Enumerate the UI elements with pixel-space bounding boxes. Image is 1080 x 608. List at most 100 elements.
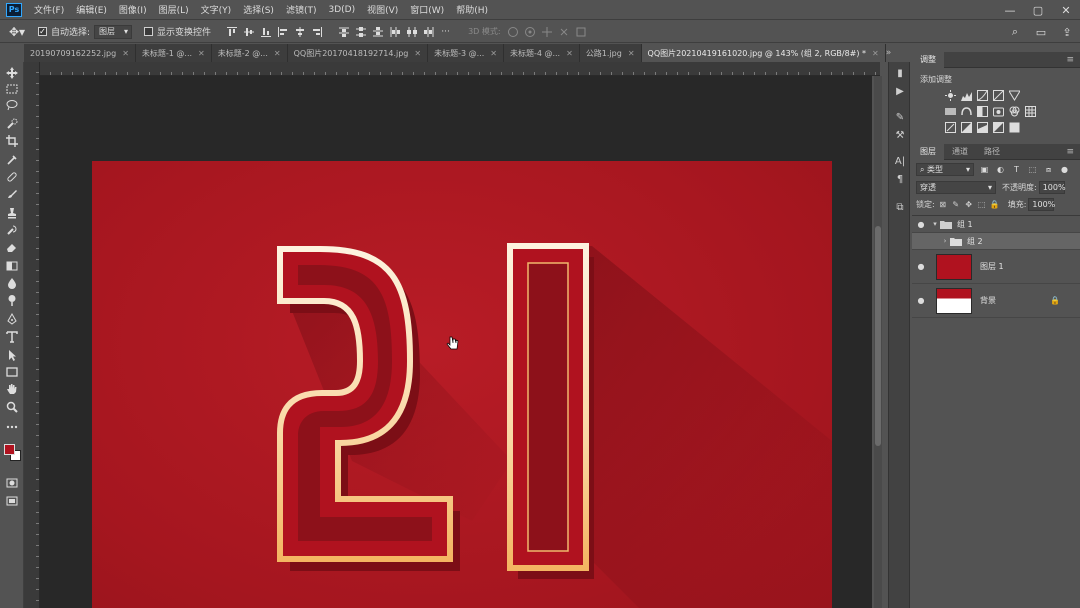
screen-mode-icon[interactable] [4, 494, 20, 508]
document-tab[interactable]: QQ图片20210419161020.jpg @ 143% (组 2, RGB/… [641, 44, 886, 62]
close-tab-icon[interactable]: ✕ [566, 49, 573, 58]
close-tab-icon[interactable]: ✕ [122, 49, 129, 58]
menu-edit[interactable]: 编辑(E) [70, 3, 113, 16]
eyedropper-icon[interactable] [4, 153, 20, 167]
vertical-ruler[interactable] [24, 62, 40, 608]
menu-help[interactable]: 帮助(H) [450, 3, 494, 16]
search-icon[interactable]: ⌕ [1002, 25, 1028, 39]
levels-icon[interactable] [960, 89, 973, 102]
color-lookup-icon[interactable] [1024, 105, 1037, 118]
brush-settings-icon[interactable]: ✎ [893, 110, 907, 124]
distribute-hcenter-icon[interactable] [406, 26, 418, 38]
align-right-icon[interactable] [311, 26, 323, 38]
opacity-input[interactable]: 100% [1038, 181, 1066, 194]
chevron-down-icon[interactable]: ▾ [930, 220, 940, 228]
workspace-icon[interactable]: ▭ [1028, 26, 1054, 39]
align-hcenter-icon[interactable] [294, 26, 306, 38]
align-top-icon[interactable] [226, 26, 238, 38]
rectangle-icon[interactable] [4, 365, 20, 379]
document-tab[interactable]: 未标题-4 @... ✕ [503, 44, 580, 62]
distribute-top-icon[interactable] [338, 26, 350, 38]
menu-window[interactable]: 窗口(W) [404, 3, 450, 16]
lock-image-icon[interactable]: ✎ [951, 200, 961, 210]
posterize-icon[interactable] [960, 121, 973, 134]
align-bottom-icon[interactable] [260, 26, 272, 38]
color-balance-icon[interactable] [960, 105, 973, 118]
color-swatches[interactable] [3, 442, 23, 464]
vibrance-icon[interactable] [1008, 89, 1021, 102]
panel-menu-icon[interactable]: ≡ [1066, 55, 1074, 65]
3d-roll-icon[interactable] [524, 26, 536, 38]
tab-channels[interactable]: 通道 [944, 144, 976, 160]
threshold-icon[interactable] [976, 121, 989, 134]
blur-icon[interactable] [4, 276, 20, 290]
eraser-icon[interactable] [4, 240, 20, 254]
tab-adjustments[interactable]: 调整 [912, 51, 944, 68]
close-tab-icon[interactable]: ✕ [490, 49, 497, 58]
curves-icon[interactable] [976, 89, 989, 102]
healing-icon[interactable] [4, 170, 20, 184]
document-tab[interactable]: 未标题-3 @... ✕ [428, 44, 504, 62]
menu-type[interactable]: 文字(Y) [195, 3, 238, 16]
blend-mode-dropdown[interactable]: 穿透 ▾ [916, 181, 996, 194]
close-tab-icon[interactable]: ✕ [872, 49, 879, 58]
document-tab[interactable]: 未标题-1 @... ✕ [135, 44, 212, 62]
lock-position-icon[interactable]: ✥ [964, 200, 974, 210]
menu-view[interactable]: 视图(V) [361, 3, 404, 16]
filter-pixel-icon[interactable]: ▣ [979, 164, 990, 175]
hue-saturation-icon[interactable] [944, 105, 957, 118]
close-button[interactable]: ✕ [1052, 0, 1080, 20]
visibility-eye-icon[interactable]: ● [912, 296, 930, 305]
3d-pan-icon[interactable] [541, 26, 553, 38]
menu-3d[interactable]: 3D(D) [322, 5, 361, 15]
gradient-map-icon[interactable] [992, 121, 1005, 134]
visibility-eye-icon[interactable]: ● [912, 262, 930, 271]
play-action-icon[interactable]: ▶ [893, 84, 907, 98]
layer-row-group-2[interactable]: › 组 2 [912, 233, 1080, 250]
brightness-icon[interactable] [944, 89, 957, 102]
stamp-icon[interactable] [4, 206, 20, 220]
layer-row-layer-1[interactable]: ● 图层 1 [912, 250, 1080, 284]
menu-image[interactable]: 图像(I) [113, 3, 153, 16]
canvas-workspace[interactable] [40, 76, 872, 608]
photo-filter-icon[interactable] [992, 105, 1005, 118]
crop-icon[interactable] [4, 134, 20, 148]
close-tab-icon[interactable]: ✕ [274, 49, 281, 58]
exposure-icon[interactable] [992, 89, 1005, 102]
document-canvas[interactable] [92, 161, 832, 608]
quick-select-icon[interactable] [4, 117, 20, 131]
document-tab[interactable]: 公路1.jpg ✕ [579, 44, 642, 62]
lock-artboard-icon[interactable]: ⬚ [977, 200, 987, 210]
align-vcenter-icon[interactable] [243, 26, 255, 38]
more-icon[interactable] [4, 420, 20, 434]
minimize-button[interactable]: — [996, 0, 1024, 20]
dodge-icon[interactable] [4, 293, 20, 307]
black-white-icon[interactable] [976, 105, 989, 118]
maximize-button[interactable]: ▢ [1024, 0, 1052, 20]
histogram-icon[interactable]: ▮ [893, 66, 907, 80]
3d-orbit-icon[interactable] [507, 26, 519, 38]
close-tab-icon[interactable]: ✕ [414, 49, 421, 58]
document-tab[interactable]: 20190709162252.jpg ✕ [24, 44, 136, 62]
auto-select-target-dropdown[interactable]: 图层 ▾ [94, 24, 133, 39]
foreground-color-swatch[interactable] [4, 444, 15, 455]
zoom-icon[interactable] [4, 400, 20, 414]
fill-input[interactable]: 100% [1028, 198, 1055, 211]
move-icon[interactable] [4, 66, 20, 80]
type-icon[interactable] [4, 330, 20, 344]
invert-icon[interactable] [944, 121, 957, 134]
move-tool-preset-icon[interactable]: ✥▾ [0, 25, 34, 39]
channel-mixer-icon[interactable] [1008, 105, 1021, 118]
auto-select-checkbox[interactable]: ✓ [38, 27, 47, 36]
tab-layers[interactable]: 图层 [912, 143, 944, 160]
brush-icon[interactable] [4, 187, 20, 201]
layers-panel-menu-icon[interactable]: ≡ [1066, 147, 1074, 157]
filter-toggle-icon[interactable]: ● [1059, 164, 1070, 175]
tab-paths[interactable]: 路径 [976, 144, 1008, 160]
more-options-icon[interactable]: ··· [440, 26, 452, 38]
filter-shape-icon[interactable]: ⬚ [1027, 164, 1038, 175]
scrollbar-thumb[interactable] [875, 226, 881, 446]
document-tab[interactable]: 未标题-2 @... ✕ [211, 44, 288, 62]
layer-row-group-1[interactable]: ● ▾ 组 1 [912, 216, 1080, 233]
menu-filter[interactable]: 滤镜(T) [280, 3, 323, 16]
